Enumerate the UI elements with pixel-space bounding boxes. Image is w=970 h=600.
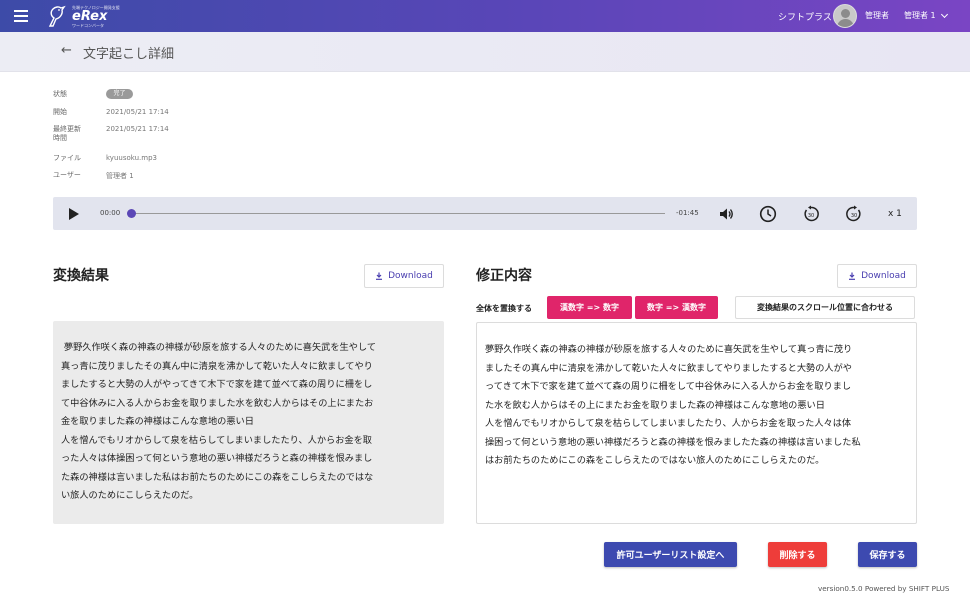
user-value: 管理者 1	[106, 172, 134, 180]
allowed-users-button[interactable]: 許可ユーザーリスト設定へ	[604, 542, 737, 567]
logo-sub-text: ワードコンバータ	[72, 22, 104, 28]
logo-small-text: 先端テクノロジー開発支援	[72, 4, 120, 10]
download-correction-button[interactable]: Download	[837, 264, 917, 288]
footer-version: version0.5.0 Powered by SHIFT PLUS	[818, 584, 950, 593]
kanji-to-number-button[interactable]: 漢数字 => 数字	[547, 296, 632, 319]
forward-30-icon[interactable]: 30	[845, 205, 863, 223]
user-name: 管理者 1	[904, 11, 936, 20]
remaining-time: -01:45	[676, 209, 699, 217]
volume-icon[interactable]	[717, 205, 735, 223]
audio-player: 00:00 -01:45 30 30 x 1	[53, 197, 917, 230]
playback-speed[interactable]: x 1	[888, 209, 902, 219]
save-button[interactable]: 保存する	[858, 542, 917, 567]
download-icon	[376, 272, 383, 280]
correction-title: 修正内容	[476, 268, 532, 284]
download-label: Download	[861, 271, 906, 281]
status-badge: 完了	[106, 89, 133, 99]
hamburger-menu-icon[interactable]	[14, 10, 28, 22]
avatar[interactable]	[833, 4, 857, 28]
download-result-button[interactable]: Download	[364, 264, 444, 288]
svg-text:30: 30	[851, 213, 857, 219]
download-label: Download	[388, 271, 433, 281]
correction-text[interactable]: 夢野久作咲く森の神森の神様が砂原を旅する人々のために喜矢武を生やして真っ青に茂り…	[485, 341, 910, 471]
svg-text:30: 30	[808, 213, 814, 219]
updated-label-line2: 時間	[53, 134, 67, 142]
app-logo[interactable]: 先端テクノロジー開発支援 eRex ワードコンバータ	[46, 3, 120, 29]
bird-logo-icon	[48, 5, 66, 27]
seek-bar[interactable]	[131, 213, 665, 214]
start-value: 2021/05/21 17:14	[106, 108, 169, 116]
start-label: 開始	[53, 108, 67, 116]
replace-all-label: 全体を置換する	[476, 304, 532, 313]
number-to-kanji-button[interactable]: 数字 => 漢数字	[635, 296, 718, 319]
updated-label-line1: 最終更新	[53, 125, 81, 133]
chevron-down-icon	[940, 10, 948, 18]
play-icon[interactable]	[69, 208, 79, 220]
top-bar: 先端テクノロジー開発支援 eRex ワードコンバータ シフトプラス 管理者 管理…	[0, 0, 970, 32]
company-name: シフトプラス	[778, 13, 832, 23]
correction-textarea[interactable]: 夢野久作咲く森の神森の神様が砂原を旅する人々のために喜矢武を生やして真っ青に茂り…	[476, 322, 917, 524]
clock-icon[interactable]	[759, 205, 777, 223]
page-title: 文字起こし詳細	[83, 47, 175, 62]
user-menu[interactable]: 管理者 1	[904, 10, 948, 21]
user-label: ユーザー	[53, 171, 81, 179]
status-label: 状態	[53, 90, 67, 98]
user-role: 管理者	[865, 11, 889, 20]
current-time: 00:00	[100, 209, 121, 217]
file-value: kyuusoku.mp3	[106, 154, 157, 162]
page-header: ← 文字起こし詳細	[0, 32, 970, 72]
back-arrow-icon[interactable]: ←	[61, 43, 72, 58]
sync-scroll-button[interactable]: 変換結果のスクロール位置に合わせる	[735, 296, 915, 319]
seek-handle[interactable]	[127, 209, 136, 218]
delete-button[interactable]: 削除する	[768, 542, 827, 567]
updated-value: 2021/05/21 17:14	[106, 125, 169, 133]
file-label: ファイル	[53, 154, 81, 162]
rewind-30-icon[interactable]: 30	[802, 205, 820, 223]
logo-main-text: eRex	[72, 8, 108, 24]
conversion-result-title: 変換結果	[53, 268, 109, 284]
conversion-result-text: 夢野久作咲く森の神森の神様が砂原を旅する人々のために喜矢武を生やして 真っ青に茂…	[61, 342, 377, 501]
download-icon	[849, 272, 856, 280]
updated-label: 最終更新 時間	[53, 125, 81, 143]
conversion-result-text-box: 夢野久作咲く森の神森の神様が砂原を旅する人々のために喜矢武を生やして 真っ青に茂…	[53, 321, 444, 524]
